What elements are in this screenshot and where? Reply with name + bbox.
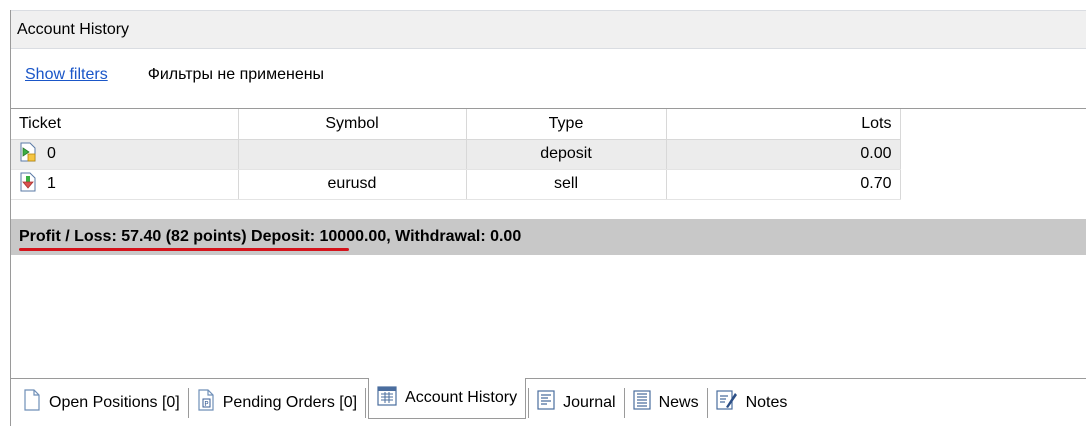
type-cell: deposit [466,139,667,170]
tab-separator [623,387,625,418]
journal-icon [537,390,555,415]
tab-label: Journal [563,393,616,411]
tab-notes[interactable]: Notes [710,386,794,420]
lots-cell: 0.70 [666,169,901,200]
tab-news[interactable]: News [627,386,705,420]
tab-label: Open Positions [0] [49,393,180,411]
column-header-ticket[interactable]: Ticket [11,109,239,140]
history-table: Ticket Symbol Type Lots 0 deposit 0.00 1… [11,109,901,200]
tab-journal[interactable]: Journal [531,386,621,420]
ticket-cell: 1 [11,169,239,200]
history-table-icon [377,385,397,411]
column-header-type[interactable]: Type [466,109,667,140]
tab-pending-orders[interactable]: P Pending Orders [0] [191,386,363,420]
pending-document-icon: P [197,389,215,416]
ticket-cell: 0 [11,139,239,170]
tab-separator [365,387,367,418]
tab-label: Account History [405,389,518,406]
type-cell: sell [466,169,667,200]
tab-separator [706,387,708,418]
profit-loss-summary: Profit / Loss: 57.40 (82 points) Deposit… [19,228,522,245]
deposit-icon [19,142,37,167]
tab-label: News [658,393,699,411]
show-filters-link[interactable]: Show filters [25,66,108,84]
bottom-tab-bar: Open Positions [0] P Pending Orders [0] … [11,378,1086,426]
table-row[interactable]: 0 deposit 0.00 [11,139,901,170]
table-row[interactable]: 1 eurusd sell 0.70 [11,169,901,200]
account-history-panel: Account History Show filters Фильтры не … [10,10,1086,426]
column-header-lots[interactable]: Lots [666,109,901,140]
document-icon [23,389,41,416]
panel-titlebar: Account History [11,10,1086,49]
filter-bar: Show filters Фильтры не применены [11,50,1086,100]
panel-title: Account History [17,20,130,38]
symbol-cell: eurusd [238,169,467,200]
tab-separator [187,387,189,418]
tab-open-positions[interactable]: Open Positions [0] [17,386,186,420]
tab-account-history[interactable]: Account History [368,378,527,419]
filter-status-text: Фильтры не применены [147,66,325,83]
ticket-value: 1 [47,175,56,192]
svg-text:P: P [204,400,208,408]
column-header-symbol[interactable]: Symbol [238,109,467,140]
history-grid: Ticket Symbol Type Lots 0 deposit 0.00 1… [11,108,1086,389]
tab-separator [528,387,530,418]
tab-label: Pending Orders [0] [222,393,358,411]
news-icon [632,390,651,415]
highlight-underline [19,248,349,251]
sell-arrow-icon [19,172,37,197]
tab-label: Notes [745,393,788,411]
table-header-row: Ticket Symbol Type Lots [11,109,901,140]
symbol-cell [238,139,467,170]
notes-pen-icon [715,390,738,415]
lots-cell: 0.00 [666,139,901,170]
ticket-value: 0 [47,145,56,162]
